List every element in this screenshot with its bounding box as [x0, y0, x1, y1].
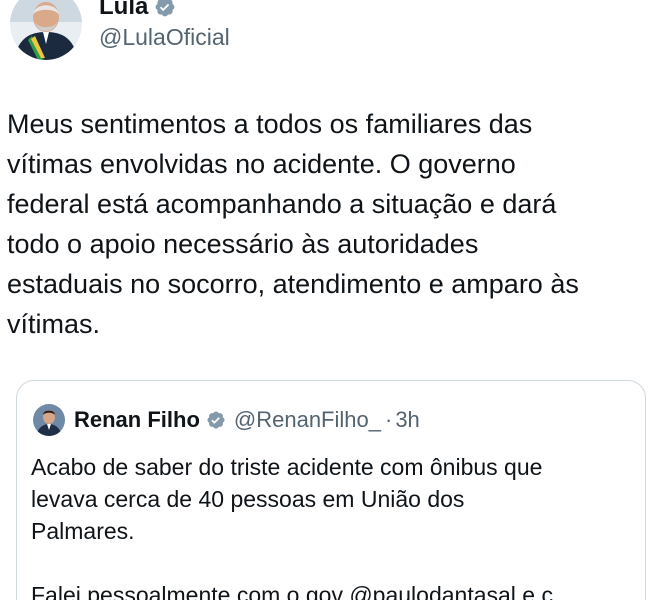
author-avatar[interactable]: [10, 0, 82, 60]
quoted-tweet-header: Renan Filho @RenanFilho_ · 3h: [33, 403, 420, 437]
separator-dot: ·: [384, 407, 393, 432]
tweet-line: todo o apoio necessário às autoridades: [7, 229, 479, 259]
quoted-tweet-text: Acabo de saber do triste acidente com ôn…: [31, 451, 631, 600]
quoted-author-name[interactable]: Renan Filho: [74, 407, 200, 433]
tweet-line: vítimas.: [7, 309, 101, 339]
tweet-line: Meus sentimentos a todos os familiares d…: [7, 109, 533, 139]
quoted-tweet-line: Acabo de saber do triste acidente com ôn…: [31, 454, 543, 480]
quoted-author-handle[interactable]: @RenanFilho_: [234, 407, 381, 433]
tweet-text: Meus sentimentos a todos os familiares d…: [7, 104, 647, 344]
verified-badge-icon: [207, 411, 225, 429]
quoted-tweet-line: levava cerca de 40 pessoas em União dos: [31, 486, 465, 512]
tweet-line: estaduais no socorro, atendimento e ampa…: [7, 269, 579, 299]
author-handle[interactable]: @LulaOficial: [99, 24, 230, 51]
tweet-line: federal está acompanhando a situação e d…: [7, 189, 557, 219]
quoted-tweet-line-blank: [31, 547, 631, 579]
quoted-tweet-card[interactable]: Renan Filho @RenanFilho_ · 3h Acabo de s…: [16, 380, 646, 600]
quoted-author-avatar[interactable]: [33, 404, 65, 436]
quoted-tweet-line: Palmares.: [31, 518, 135, 544]
verified-badge-icon: [155, 0, 175, 17]
quoted-tweet-timestamp[interactable]: 3h: [395, 407, 419, 433]
quoted-tweet-line: Falei pessoalmente com o gov @paulodanta…: [31, 582, 573, 600]
tweet-line: vítimas envolvidas no acidente. O govern…: [7, 149, 516, 179]
author-name[interactable]: Lula: [99, 0, 148, 21]
